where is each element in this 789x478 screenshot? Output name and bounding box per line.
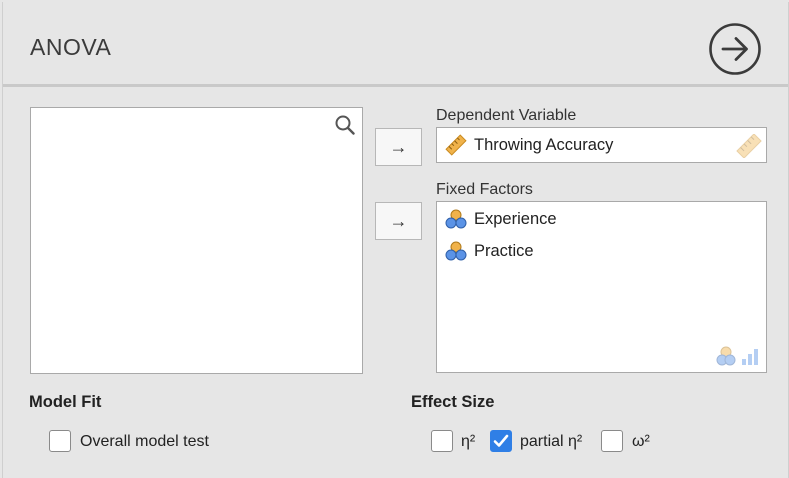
scale-ruler-icon [445,134,467,156]
arrow-right-circle-icon[interactable] [708,22,762,76]
move-to-dependent-button[interactable]: → [375,128,422,166]
move-to-fixed-factors-button[interactable]: → [375,202,422,240]
allowed-types-icon [716,346,758,366]
eta-squared-checkbox[interactable] [431,430,453,452]
anova-panel: ANOVA → → Dependent Variable Throwing Ac… [2,2,789,478]
page-title: ANOVA [30,34,112,60]
header-divider [3,84,788,87]
dependent-variable-value: Throwing Accuracy [474,135,614,154]
fixed-factor-label: Experience [474,209,557,228]
model-fit-heading: Model Fit [29,393,102,411]
checkmark-icon [493,434,509,447]
search-icon[interactable] [334,114,356,136]
nominal-variable-icon [445,209,467,229]
list-item[interactable]: Experience [445,208,557,230]
available-variables-list[interactable] [30,107,363,374]
fixed-factor-label: Practice [474,241,534,260]
overall-model-test-label: Overall model test [80,433,209,450]
dependent-variable-box[interactable]: Throwing Accuracy [436,127,767,163]
list-item[interactable]: Practice [445,240,534,262]
fixed-factors-label: Fixed Factors [436,181,533,198]
partial-eta-squared-label: partial η² [520,433,583,450]
omega-squared-checkbox[interactable] [601,430,623,452]
effect-size-heading: Effect Size [411,393,495,411]
overall-model-test-checkbox[interactable] [49,430,71,452]
nominal-variable-icon [445,241,467,261]
partial-eta-squared-checkbox[interactable] [490,430,512,452]
list-item[interactable]: Throwing Accuracy [445,134,613,156]
fixed-factors-box[interactable]: Experience Practice [436,201,767,373]
eta-squared-label: η² [461,433,476,450]
omega-squared-label: ω² [632,433,650,450]
dependent-variable-label: Dependent Variable [436,107,577,124]
scale-ruler-icon [736,134,762,158]
